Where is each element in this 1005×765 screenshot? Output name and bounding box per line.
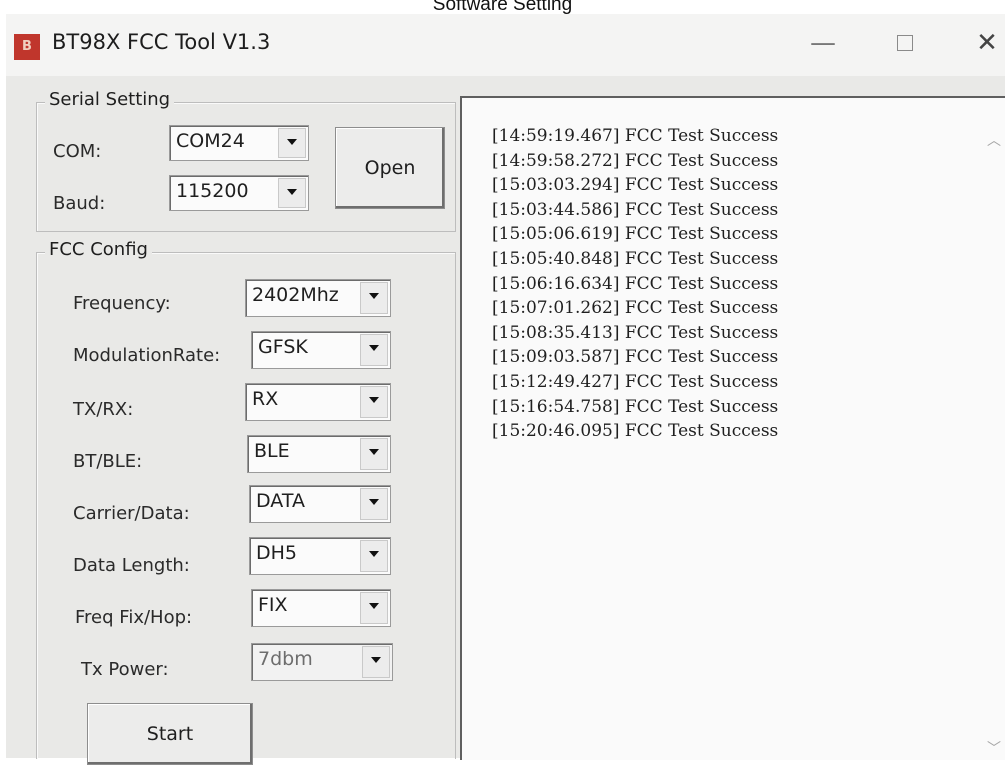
baud-select[interactable]: 115200 [169, 175, 309, 211]
carrier-data-label: Carrier/Data: [73, 503, 190, 524]
chevron-down-icon[interactable] [360, 592, 388, 624]
log-line: [15:05:40.848] FCC Test Success [492, 249, 779, 269]
txrx-select[interactable]: RX [245, 383, 391, 421]
txrx-label: TX/RX: [73, 399, 134, 420]
app-window: B BT98X FCC Tool V1.3 — ✕ Serial Setting… [6, 14, 1005, 765]
bt-ble-select[interactable]: BLE [247, 435, 391, 473]
serial-setting-group: Serial Setting COM: COM24 Baud: 115200 O… [36, 89, 456, 232]
app-icon: B [14, 34, 40, 60]
bt-ble-label: BT/BLE: [73, 451, 143, 472]
chevron-down-icon[interactable] [360, 386, 388, 418]
log-line: [15:05:06.619] FCC Test Success [492, 224, 779, 245]
maximize-button[interactable] [890, 26, 920, 60]
log-line: [15:06:16.634] FCC Test Success [492, 273, 779, 294]
scroll-up-icon[interactable]: ︿ [987, 130, 1001, 150]
close-button[interactable]: ✕ [972, 26, 1002, 60]
tx-power-label: Tx Power: [81, 659, 169, 680]
log-line: [15:03:03.294] FCC Test Success [492, 175, 779, 196]
fcc-config-title: FCC Config [45, 239, 152, 260]
txrx-select-value: RX [252, 388, 279, 410]
chevron-down-icon[interactable] [278, 178, 306, 208]
serial-setting-title: Serial Setting [45, 89, 175, 110]
com-select-value: COM24 [176, 130, 245, 152]
log-line: [15:16:54.758] FCC Test Success [492, 396, 779, 417]
log-output-panel[interactable]: ︿ ﹀ [14:59:19.467] FCC Test Success [14:5… [460, 96, 1005, 760]
frequency-select-value: 2402Mhz [252, 284, 339, 306]
frequency-label: Frequency: [73, 293, 171, 314]
baud-label: Baud: [53, 193, 106, 214]
data-length-select-value: DH5 [256, 542, 298, 564]
freq-fix-hop-select[interactable]: FIX [251, 589, 391, 627]
start-button[interactable]: Start [87, 703, 253, 765]
chevron-down-icon[interactable] [360, 540, 388, 572]
modulation-rate-label: ModulationRate: [73, 345, 221, 366]
log-line: [14:59:19.467] FCC Test Success [492, 126, 779, 146]
log-line: [15:12:49.427] FCC Test Success [492, 372, 779, 392]
data-length-label: Data Length: [73, 555, 190, 576]
baud-select-value: 115200 [176, 180, 249, 202]
scroll-down-icon[interactable]: ﹀ [987, 738, 1001, 758]
tx-power-select-value: 7dbm [258, 648, 313, 670]
title-bar[interactable]: B BT98X FCC Tool V1.3 — ✕ [6, 14, 1005, 76]
carrier-data-select[interactable]: DATA [249, 485, 391, 523]
log-line: [15:07:01.262] FCC Test Success [492, 298, 779, 319]
chevron-down-icon[interactable] [360, 488, 388, 520]
modulation-rate-select[interactable]: GFSK [251, 331, 391, 369]
chevron-down-icon[interactable] [360, 334, 388, 366]
open-button[interactable]: Open [335, 127, 445, 209]
log-line: [15:09:03.587] FCC Test Success [492, 347, 779, 368]
minimize-button[interactable]: — [808, 26, 838, 60]
window-title: BT98X FCC Tool V1.3 [52, 30, 271, 54]
freq-fix-hop-select-value: FIX [258, 594, 288, 616]
chevron-down-icon[interactable] [278, 128, 306, 158]
log-line: [15:20:46.095] FCC Test Success [492, 421, 779, 442]
com-select[interactable]: COM24 [169, 125, 309, 161]
log-line: [15:03:44.586] FCC Test Success [492, 199, 779, 220]
bt-ble-select-value: BLE [254, 440, 290, 462]
fcc-config-group: FCC Config Frequency: 2402Mhz Modulation… [36, 239, 456, 765]
log-line: [14:59:58.272] FCC Test Success [492, 150, 779, 171]
data-length-select[interactable]: DH5 [249, 537, 391, 575]
chevron-down-icon[interactable] [360, 438, 388, 470]
chevron-down-icon[interactable] [362, 646, 390, 678]
freq-fix-hop-label: Freq Fix/Hop: [75, 607, 193, 628]
log-line: [15:08:35.413] FCC Test Success [492, 322, 779, 343]
com-label: COM: [53, 141, 102, 162]
chevron-down-icon[interactable] [360, 282, 388, 314]
frequency-select[interactable]: 2402Mhz [245, 279, 391, 317]
tx-power-select[interactable]: 7dbm [251, 643, 393, 681]
modulation-rate-select-value: GFSK [258, 336, 308, 358]
carrier-data-select-value: DATA [256, 490, 305, 512]
maximize-icon [897, 35, 913, 51]
